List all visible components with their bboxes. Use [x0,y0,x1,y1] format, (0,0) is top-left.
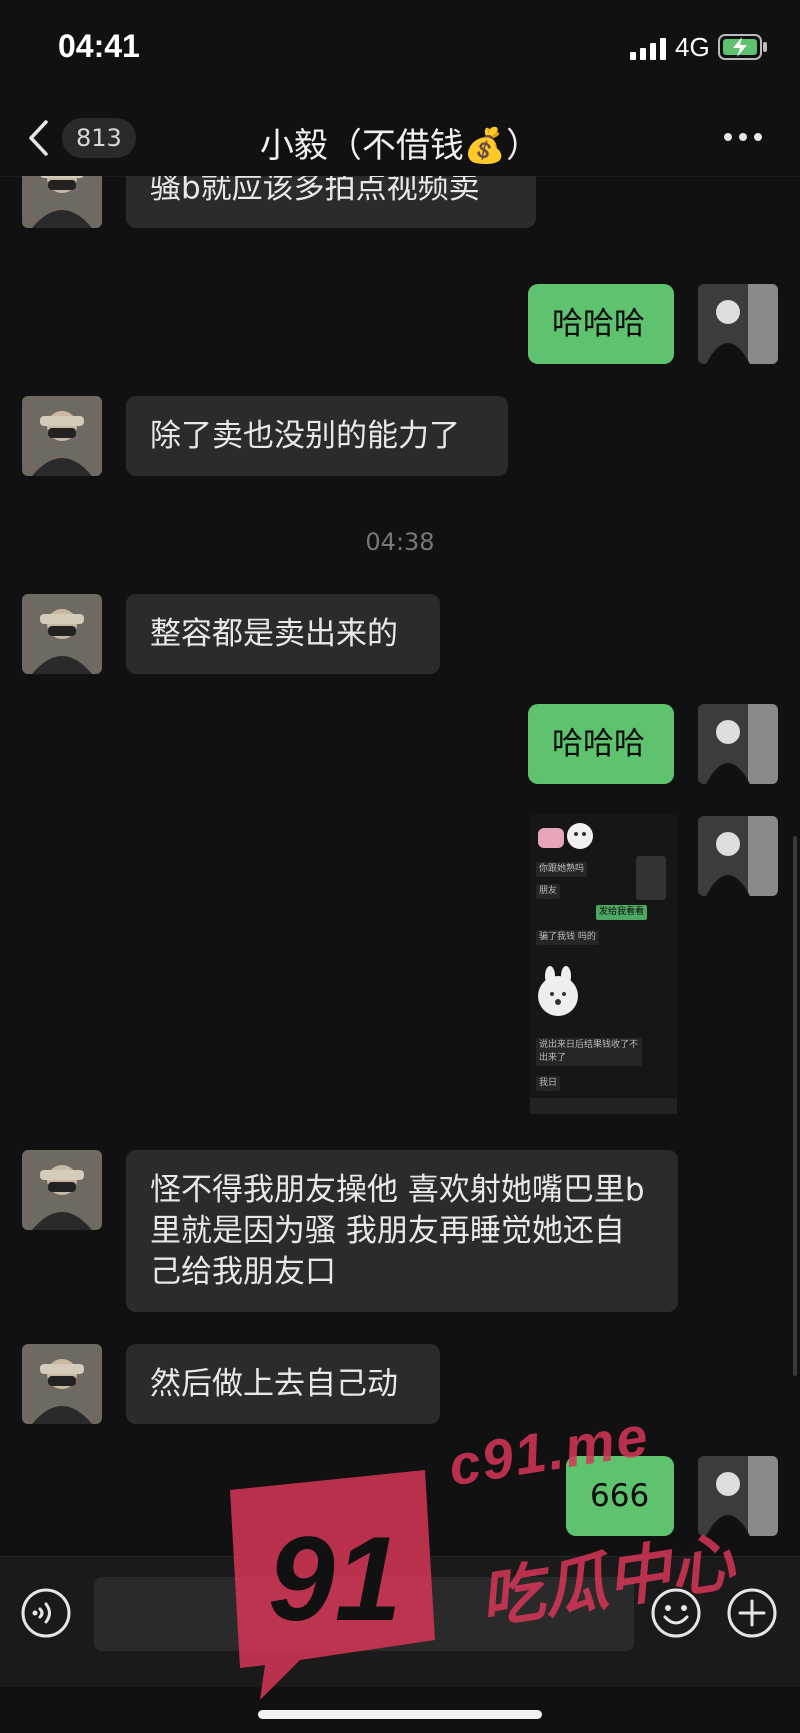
chat-title: 小毅（不借钱💰） [259,126,541,166]
screenshot-text: 说出来日后结果钱收了不出来了 [536,1038,642,1066]
screenshot-avatar [636,856,666,900]
scrollbar[interactable] [793,836,797,1376]
contact-avatar[interactable] [22,594,102,674]
message-bubble-incoming[interactable]: 然后做上去自己动 [126,1344,440,1424]
message-bubble-outgoing[interactable]: 哈哈哈 [528,284,674,364]
screenshot-text: 朋友 [536,884,561,899]
cellular-signal-icon [630,38,666,60]
image-message-screenshot[interactable]: 你跟她熟吗 朋友 发给我看看 骗了我钱 吗的 说出来日后结果钱收了不出来了 我日 [530,814,677,1114]
screenshot-input-bar [530,1098,677,1114]
plus-icon[interactable] [726,1587,778,1639]
more-options-icon[interactable] [722,130,764,144]
my-avatar[interactable] [698,284,778,364]
message-timestamp: 04:38 [365,528,435,556]
contact-avatar[interactable] [22,176,102,228]
home-indicator[interactable] [258,1710,542,1719]
network-type-label: 4G [675,32,710,62]
emoji-icon[interactable] [650,1587,702,1639]
message-bubble-incoming[interactable]: 整容都是卖出来的 [126,594,440,674]
message-bubble-incoming[interactable]: 除了卖也没别的能力了 [126,396,508,476]
message-bubble-outgoing[interactable]: 哈哈哈 [528,704,674,784]
message-bubble-outgoing[interactable]: 666 [566,1456,674,1536]
sticker-bear-icon [538,823,593,849]
message-bubble-incoming[interactable]: 骚b就应该多拍点视频卖 [126,176,536,228]
contact-avatar[interactable] [22,1344,102,1424]
input-bar [0,1556,800,1687]
contact-avatar[interactable] [22,1150,102,1230]
my-avatar[interactable] [698,816,778,896]
voice-input-icon[interactable] [20,1587,72,1639]
screenshot-text: 发给我看看 [596,905,648,920]
chat-header: 813 小毅（不借钱💰） [0,100,800,177]
screenshot-text: 你跟她熟吗 [536,862,588,877]
my-avatar[interactable] [698,1456,778,1536]
screenshot-text: 骗了我钱 吗的 [536,930,599,945]
my-avatar[interactable] [698,704,778,784]
message-bubble-incoming[interactable]: 怪不得我朋友操他 喜欢射她嘴巴里b里就是因为骚 我朋友再睡觉她还自己给我朋友口 [126,1150,678,1312]
status-time: 04:41 [58,28,140,64]
screenshot-text: 我日 [536,1076,561,1091]
status-bar: 04:41 4G [0,0,800,100]
message-list[interactable]: 骚b就应该多拍点视频卖 哈哈哈 除了卖也没别的能力了 04:38 整容都是卖出来… [0,176,800,1556]
message-input[interactable] [94,1577,634,1651]
sticker-bunny-icon [538,966,578,1016]
battery-charging-icon [718,34,767,60]
contact-avatar[interactable] [22,396,102,476]
